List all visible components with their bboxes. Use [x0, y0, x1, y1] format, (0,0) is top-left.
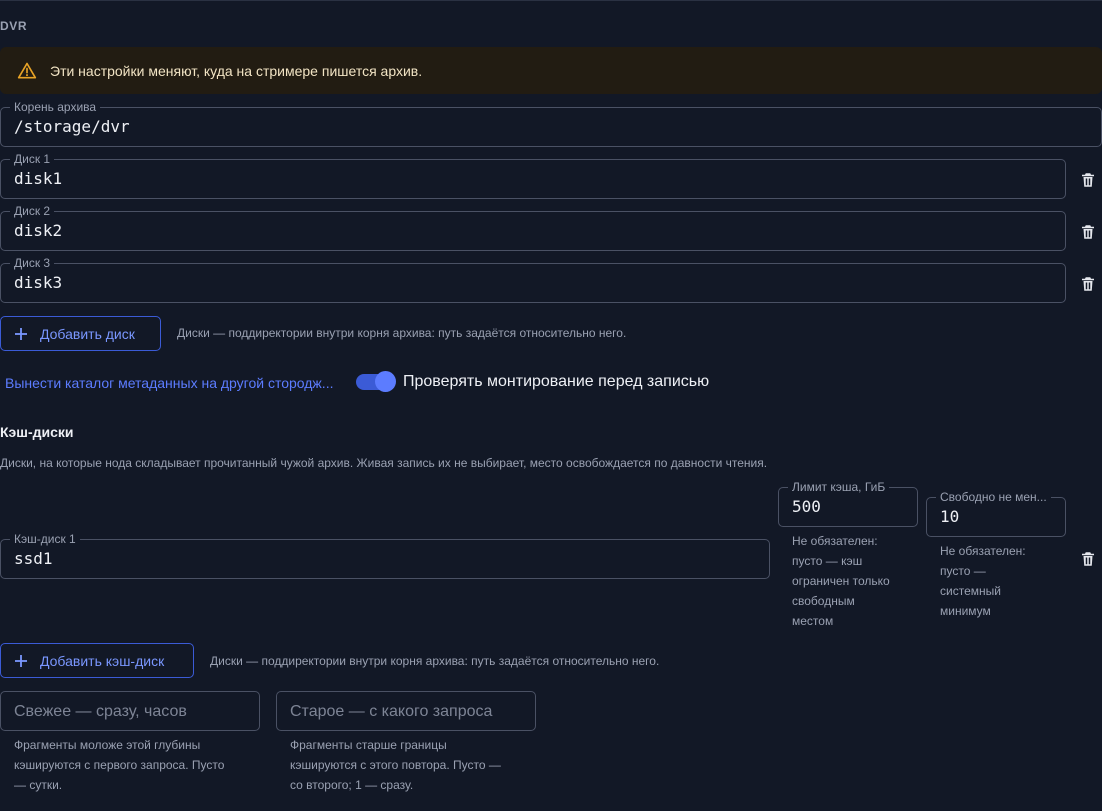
plus-icon [15, 654, 27, 667]
old-request-placeholder: Старое — с какого запроса [290, 703, 493, 720]
top-divider [0, 0, 1102, 1]
add-cache-disk-label: Добавить кэш-диск [40, 652, 165, 669]
section-label: DVR [0, 19, 28, 33]
add-disk-label: Добавить диск [40, 325, 135, 342]
add-disk-button[interactable]: Добавить диск [0, 316, 161, 351]
cache-disk-field-1[interactable]: Кэш-диск 1 ssd1 [0, 532, 770, 579]
min-free-value: 10 [940, 507, 960, 526]
disk-label: Диск 3 [10, 256, 55, 270]
disk-field-2[interactable]: Диск 2 disk2 [0, 204, 1066, 251]
disk-value: disk3 [14, 273, 63, 292]
add-disk-hint: Диски — поддиректории внутри корня архив… [177, 326, 627, 340]
cache-limit-help: Не обязателен: пусто — кэш ограничен тол… [792, 534, 890, 628]
fresh-hours-input[interactable]: Свежее — сразу, часов [0, 691, 260, 731]
cache-description: Диски, на которые нода складывает прочит… [0, 456, 768, 470]
metadata-storage-link[interactable]: Вынести каталог метаданных на другой сто… [5, 375, 333, 391]
archive-root-value: /storage/dvr [14, 117, 130, 136]
min-free-field[interactable]: Свободно не мен... 10 [926, 490, 1066, 537]
mount-check-label: Проверять монтирование перед записью [403, 373, 710, 390]
old-request-input[interactable]: Старое — с какого запроса [276, 691, 536, 731]
min-free-label: Свободно не мен... [936, 490, 1051, 504]
disk-value: disk1 [14, 169, 63, 188]
warning-triangle-icon [17, 62, 37, 78]
cache-heading: Кэш-диски [0, 424, 74, 440]
delete-disk-3-icon[interactable] [1079, 275, 1097, 293]
fresh-hours-placeholder: Свежее — сразу, часов [14, 703, 187, 720]
min-free-help: Не обязателен: пусто — системный минимум [940, 544, 1026, 618]
alert-text: Эти настройки меняют, куда на стримере п… [50, 62, 423, 79]
delete-disk-2-icon[interactable] [1079, 223, 1097, 241]
old-request-help: Фрагменты старше границы кэшируются с эт… [290, 738, 501, 792]
disk-label: Диск 2 [10, 204, 55, 218]
add-cache-disk-button[interactable]: Добавить кэш-диск [0, 643, 194, 678]
toggle-knob [375, 371, 396, 392]
delete-disk-1-icon[interactable] [1079, 171, 1097, 189]
cache-disk-label: Кэш-диск 1 [10, 532, 80, 546]
archive-root-field[interactable]: Корень архива /storage/dvr [0, 100, 1102, 147]
disk-field-1[interactable]: Диск 1 disk1 [0, 152, 1066, 199]
warning-alert: Эти настройки меняют, куда на стримере п… [0, 47, 1102, 94]
plus-icon [15, 327, 27, 340]
disk-value: disk2 [14, 221, 63, 240]
cache-limit-value: 500 [792, 497, 821, 516]
mount-check-toggle[interactable] [356, 371, 396, 392]
disk-field-3[interactable]: Диск 3 disk3 [0, 256, 1066, 303]
disk-label: Диск 1 [10, 152, 55, 166]
cache-limit-label: Лимит кэша, ГиБ [788, 480, 890, 494]
delete-cache-disk-icon[interactable] [1079, 550, 1097, 568]
cache-disk-value: ssd1 [14, 549, 53, 568]
archive-root-label: Корень архива [10, 100, 101, 114]
add-cache-disk-hint: Диски — поддиректории внутри корня архив… [210, 654, 660, 668]
cache-limit-field[interactable]: Лимит кэша, ГиБ 500 [778, 480, 918, 527]
fresh-hours-help: Фрагменты моложе этой глубины кэшируются… [14, 738, 225, 792]
